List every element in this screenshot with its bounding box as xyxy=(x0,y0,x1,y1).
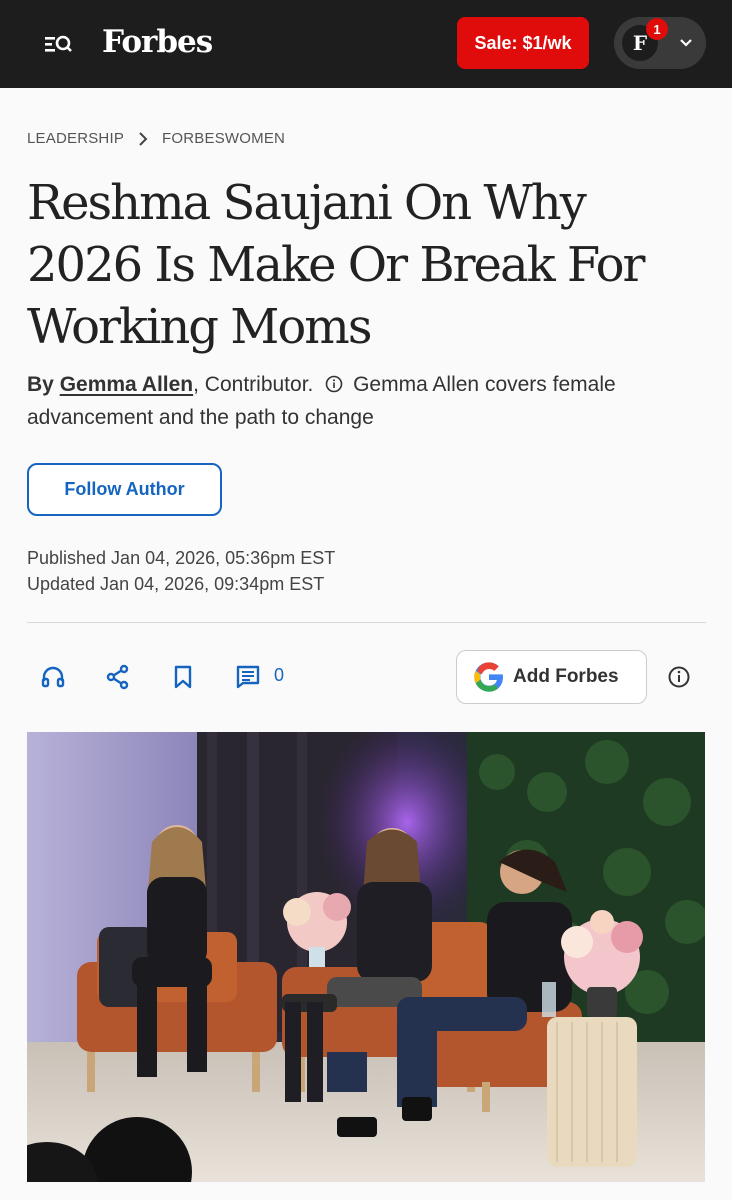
info-icon[interactable] xyxy=(667,665,691,689)
chevron-down-icon xyxy=(680,39,692,47)
follow-author-button[interactable]: Follow Author xyxy=(27,463,222,516)
notification-badge: 1 xyxy=(646,18,668,40)
breadcrumb-subsection-link[interactable]: FORBESWOMEN xyxy=(162,130,285,147)
divider xyxy=(27,622,706,623)
info-icon[interactable] xyxy=(325,375,343,393)
forbes-logo[interactable]: Forbes xyxy=(102,20,213,64)
article-dates: Published Jan 04, 2026, 05:36pm EST Upda… xyxy=(27,545,335,597)
article-hero-image xyxy=(27,732,705,1182)
breadcrumb-section-link[interactable]: LEADERSHIP xyxy=(27,130,124,147)
add-forbes-label: Add Forbes xyxy=(513,666,619,687)
comment-count[interactable]: 0 xyxy=(274,665,284,686)
bookmark-icon[interactable] xyxy=(170,664,196,690)
sale-subscribe-button[interactable]: Sale: $1/wk xyxy=(457,17,589,69)
account-menu-button[interactable]: F 1 xyxy=(614,17,706,69)
by-label: By xyxy=(27,373,54,396)
author-link[interactable]: Gemma Allen xyxy=(60,373,193,396)
share-icon[interactable] xyxy=(105,664,131,690)
breadcrumb: LEADERSHIP FORBESWOMEN xyxy=(27,130,285,147)
comment-icon[interactable] xyxy=(235,664,261,690)
published-date: Published Jan 04, 2026, 05:36pm EST xyxy=(27,548,336,568)
byline: By Gemma Allen, Contributor. Gemma Allen… xyxy=(27,368,707,434)
top-navigation-bar: Forbes Sale: $1/wk F 1 xyxy=(0,0,732,88)
chevron-right-icon xyxy=(138,131,148,146)
add-forbes-google-button[interactable]: Add Forbes xyxy=(456,650,647,704)
google-icon xyxy=(474,662,503,692)
article-title: Reshma Saujani On Why 2026 Is Make Or Br… xyxy=(27,175,645,355)
article-actions: 0 Add Forbes xyxy=(0,650,732,706)
headphones-icon[interactable] xyxy=(40,664,66,690)
author-role: , Contributor. xyxy=(193,373,314,396)
updated-date: Updated Jan 04, 2026, 09:34pm EST xyxy=(27,574,325,594)
menu-search-icon[interactable] xyxy=(40,26,76,62)
